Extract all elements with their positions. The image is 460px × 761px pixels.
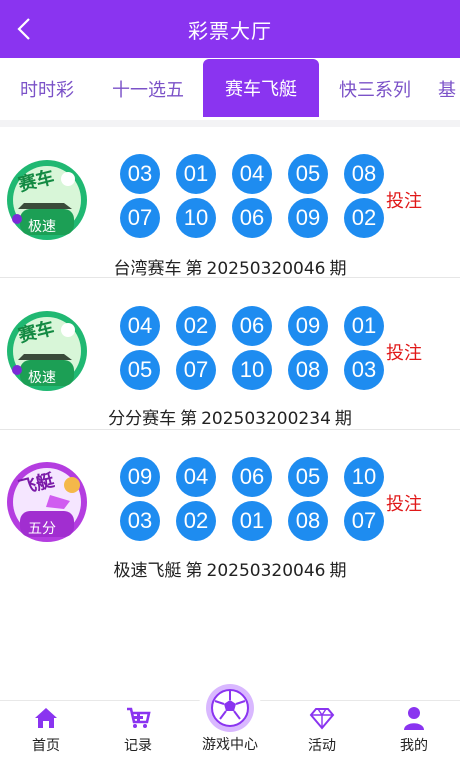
nav-home-label: 首页 <box>32 738 60 754</box>
game-center-button[interactable] <box>206 684 254 732</box>
tab-11x5[interactable]: 十一选五 <box>100 58 196 120</box>
number-ball: 06 <box>232 306 272 346</box>
number-ball: 05 <box>288 457 328 497</box>
number-ball: 01 <box>232 501 272 541</box>
number-ball: 09 <box>120 457 160 497</box>
period-suffix: 期 <box>329 259 347 279</box>
nav-game-center-label[interactable]: 游戏中心 <box>190 734 270 754</box>
tab-more[interactable]: 基 <box>438 58 460 120</box>
number-ball: 01 <box>176 154 216 194</box>
user-icon <box>404 707 424 730</box>
number-ball: 10 <box>344 457 384 497</box>
number-ball: 09 <box>288 198 328 238</box>
number-ball: 08 <box>288 501 328 541</box>
period-number: 20250320046 <box>206 561 326 581</box>
nav-records-label: 记录 <box>124 738 152 754</box>
period-prefix: 第 <box>185 259 203 279</box>
number-ball: 10 <box>232 350 272 390</box>
period-info: 分分赛车第 202503200234 期 <box>0 404 460 429</box>
number-ball: 02 <box>176 501 216 541</box>
number-ball: 04 <box>176 457 216 497</box>
soccer-ball-icon <box>211 689 249 727</box>
logo-badge: 五分 <box>28 521 56 537</box>
lottery-name: 台湾赛车 <box>113 259 182 279</box>
period-info: 台湾赛车第 20250320046 期 <box>0 254 460 279</box>
logo-badge: 极速 <box>28 219 56 235</box>
nav-mine[interactable]: 我的 <box>368 705 460 761</box>
number-ball: 10 <box>176 198 216 238</box>
number-ball: 02 <box>176 306 216 346</box>
number-ball: 06 <box>232 198 272 238</box>
period-prefix: 第 <box>180 409 198 429</box>
nav-activity[interactable]: 活动 <box>276 705 368 761</box>
number-ball: 04 <box>232 154 272 194</box>
number-ball: 08 <box>344 154 384 194</box>
bet-button[interactable]: 投注 <box>386 187 422 213</box>
bet-button[interactable]: 投注 <box>386 339 422 365</box>
number-ball: 07 <box>176 350 216 390</box>
tab-k3[interactable]: 快三系列 <box>327 58 423 120</box>
number-ball: 05 <box>120 350 160 390</box>
tab-ssc[interactable]: 时时彩 <box>0 58 94 120</box>
lottery-name: 分分赛车 <box>108 409 177 429</box>
number-ball: 03 <box>120 501 160 541</box>
number-ball: 05 <box>288 154 328 194</box>
tab-divider <box>0 120 460 127</box>
number-ball: 02 <box>344 198 384 238</box>
back-arrow-icon[interactable] <box>10 14 40 44</box>
number-ball: 08 <box>288 350 328 390</box>
number-ball: 04 <box>120 306 160 346</box>
period-suffix: 期 <box>334 409 352 429</box>
period-suffix: 期 <box>329 561 347 581</box>
number-ball: 07 <box>120 198 160 238</box>
number-ball: 03 <box>344 350 384 390</box>
logo-badge: 极速 <box>28 370 56 386</box>
lottery-name: 极速飞艇 <box>113 561 182 581</box>
page-title: 彩票大厅 <box>188 18 272 43</box>
number-ball: 07 <box>344 501 384 541</box>
nav-home[interactable]: 首页 <box>0 705 92 761</box>
home-icon <box>35 708 57 728</box>
period-prefix: 第 <box>185 561 203 581</box>
number-ball: 06 <box>232 457 272 497</box>
period-number: 20250320046 <box>206 259 326 279</box>
tab-racing[interactable]: 赛车飞艇 <box>203 59 319 117</box>
lottery-row[interactable]: 赛车 极速 04 02 06 09 01 05 07 10 08 03 投注 分… <box>0 279 460 430</box>
number-ball: 09 <box>288 306 328 346</box>
diamond-icon <box>309 708 335 730</box>
category-tabs: 时时彩 十一选五 赛车飞艇 快三系列 基 <box>0 58 460 121</box>
cart-plus-icon <box>127 707 151 728</box>
lottery-row[interactable]: 赛车 极速 03 01 04 05 08 07 10 06 09 02 投注 台… <box>0 127 460 279</box>
period-info: 极速飞艇第 20250320046 期 <box>0 556 460 581</box>
nav-mine-label: 我的 <box>400 738 428 754</box>
nav-records[interactable]: 记录 <box>92 705 184 761</box>
number-ball: 03 <box>120 154 160 194</box>
nav-activity-label: 活动 <box>308 738 336 754</box>
bet-button[interactable]: 投注 <box>386 490 422 516</box>
lottery-row[interactable]: 飞艇 五分 09 04 06 05 10 03 02 01 08 07 投注 极… <box>0 430 460 581</box>
period-number: 202503200234 <box>201 409 331 429</box>
header-bar: 彩票大厅 <box>0 0 460 58</box>
number-ball: 01 <box>344 306 384 346</box>
